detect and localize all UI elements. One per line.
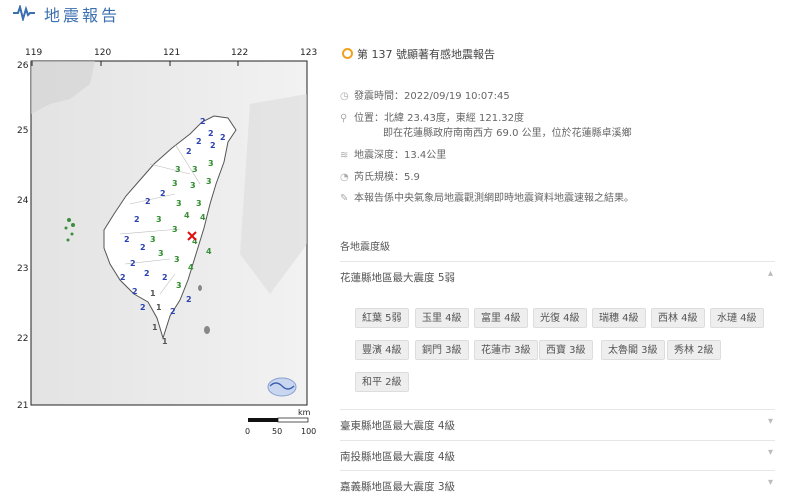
intensity-marker: 2 xyxy=(196,137,202,146)
intensity-marker: 2 xyxy=(124,235,130,244)
magnitude-icon: ◔ xyxy=(340,172,349,183)
station-tag: 水璉 4級 xyxy=(710,308,764,328)
intensity-marker: 1 xyxy=(156,303,162,312)
lat-tick-label: 25 xyxy=(17,126,28,136)
station-tag: 西林 4級 xyxy=(651,308,705,328)
intensity-marker: 3 xyxy=(206,177,212,186)
intensity-marker: 2 xyxy=(186,295,192,304)
intensity-marker: 2 xyxy=(210,141,216,150)
intensity-marker: 2 xyxy=(140,303,146,312)
chevron-down-icon[interactable]: ▾ xyxy=(768,447,773,458)
intensity-marker: 1 xyxy=(150,289,156,298)
lat-tick-label: 22 xyxy=(17,334,28,344)
lon-tick-label: 123 xyxy=(300,48,317,58)
intensity-marker: 2 xyxy=(186,147,192,156)
chevron-up-icon[interactable]: ▴ xyxy=(768,268,773,279)
pen-icon: ✎ xyxy=(340,193,349,204)
intensity-marker: 4 xyxy=(206,247,212,256)
info-time: ◷ 發震時間：2022/09/19 10:07:45 xyxy=(340,91,510,102)
station-tag: 西寶 3級 xyxy=(539,340,593,360)
intensity-marker: 2 xyxy=(170,307,176,316)
intensity-marker: 2 xyxy=(208,129,214,138)
scale-tick: 50 xyxy=(272,427,282,436)
green-island xyxy=(198,285,202,291)
station-tag: 瑞穗 4級 xyxy=(592,308,646,328)
intensity-marker: 3 xyxy=(196,199,202,208)
scale-tick: 0 xyxy=(245,427,250,436)
lon-tick-label: 122 xyxy=(231,48,248,58)
intensity-marker: 3 xyxy=(174,255,180,264)
station-tag: 和平 2級 xyxy=(355,372,409,392)
scale-tick: 100 xyxy=(301,427,316,436)
station-tag: 紅葉 5弱 xyxy=(355,308,409,328)
seismograph-icon xyxy=(13,5,35,21)
lat-tick-label: 21 xyxy=(17,401,28,411)
intensity-marker: 3 xyxy=(158,249,164,258)
intensity-marker: 3 xyxy=(172,179,178,188)
orchid-island xyxy=(204,326,210,334)
lon-tick-label: 119 xyxy=(25,48,42,58)
intensity-marker: 2 xyxy=(134,215,140,224)
status-dot-icon xyxy=(342,48,353,59)
info-location: ⚲ 位置：北緯 23.43度，東經 121.32度 即在花蓮縣政府南南西方 69.… xyxy=(340,113,632,139)
station-tag: 秀林 2級 xyxy=(667,340,721,360)
location-pin-icon: ⚲ xyxy=(340,113,348,124)
intensity-marker: 4 xyxy=(184,211,190,220)
info-depth: ≋ 地震深度：13.4公里 xyxy=(340,150,447,161)
intensity-marker: 3 xyxy=(190,181,196,190)
station-tag: 花蓮市 3級 xyxy=(474,340,538,360)
lon-tick-label: 120 xyxy=(94,48,111,58)
station-tag: 太魯閣 3級 xyxy=(601,340,665,360)
intensity-marker: 3 xyxy=(176,281,182,290)
intensity-marker: 2 xyxy=(145,197,151,206)
depth-icon: ≋ xyxy=(340,150,349,161)
intensity-marker: 1 xyxy=(162,337,168,346)
intensity-marker: 1 xyxy=(152,323,158,332)
report-title: 第 137 號顯著有感地震報告 xyxy=(342,46,495,62)
station-tag: 豐濱 4級 xyxy=(355,340,409,360)
info-magnitude: ◔ 芮氏規模：5.9 xyxy=(340,172,420,183)
region-chiayi[interactable]: 嘉義縣地區最大震度 3級 ▾ xyxy=(340,470,775,500)
page-header: 地震報告 xyxy=(0,0,810,26)
chevron-down-icon[interactable]: ▾ xyxy=(768,477,773,488)
station-tag: 銅門 3級 xyxy=(415,340,469,360)
intensity-marker: 2 xyxy=(220,133,226,142)
intensity-map: 119 120 121 122 123 262524232221 2222223 333 3… xyxy=(17,48,317,436)
region-nantou[interactable]: 南投縣地區最大震度 4級 ▾ xyxy=(340,440,775,470)
cwb-logo xyxy=(267,377,297,397)
intensity-marker: 2 xyxy=(130,259,136,268)
intensity-marker: 3 xyxy=(176,199,182,208)
clock-icon: ◷ xyxy=(340,91,349,102)
intensity-marker: 2 xyxy=(200,117,206,126)
lat-tick-label: 26 xyxy=(17,61,29,71)
station-tag: 玉里 4級 xyxy=(415,308,469,328)
region-taitung[interactable]: 臺東縣地區最大震度 4級 ▾ xyxy=(340,409,775,439)
intensity-marker: 2 xyxy=(162,273,168,282)
intensity-marker: 3 xyxy=(150,235,156,244)
station-tag: 光復 4級 xyxy=(533,308,587,328)
intensity-marker: 2 xyxy=(120,273,126,282)
intensity-marker: 3 xyxy=(208,159,214,168)
lat-tick-label: 23 xyxy=(17,264,28,274)
scale-bar: km 0 50 100 xyxy=(245,408,316,436)
intensity-marker: 3 xyxy=(175,165,181,174)
intensity-marker: 3 xyxy=(192,165,198,174)
scale-unit: km xyxy=(298,408,311,417)
chevron-down-icon[interactable]: ▾ xyxy=(768,416,773,427)
intensity-marker: 4 xyxy=(188,263,194,272)
intensity-marker: 2 xyxy=(160,189,166,198)
intensity-marker: 2 xyxy=(140,243,146,252)
lat-tick-label: 24 xyxy=(17,196,29,206)
intensity-marker: 2 xyxy=(144,269,150,278)
region-hualien[interactable]: 花蓮縣地區最大震度 5弱 ▴ xyxy=(340,261,775,291)
intensity-marker: 2 xyxy=(132,287,138,296)
intensity-marker: 4 xyxy=(200,213,206,222)
intensity-marker: 3 xyxy=(156,215,162,224)
page-title: 地震報告 xyxy=(44,6,121,25)
lon-tick-label: 121 xyxy=(163,48,180,58)
station-tag: 富里 4級 xyxy=(474,308,528,328)
info-note: ✎ 本報告係中央氣象局地震觀測網即時地震資料地震速報之結果。 xyxy=(340,193,634,204)
intensity-section-title: 各地震度級 xyxy=(340,242,390,253)
intensity-marker: 3 xyxy=(172,225,178,234)
